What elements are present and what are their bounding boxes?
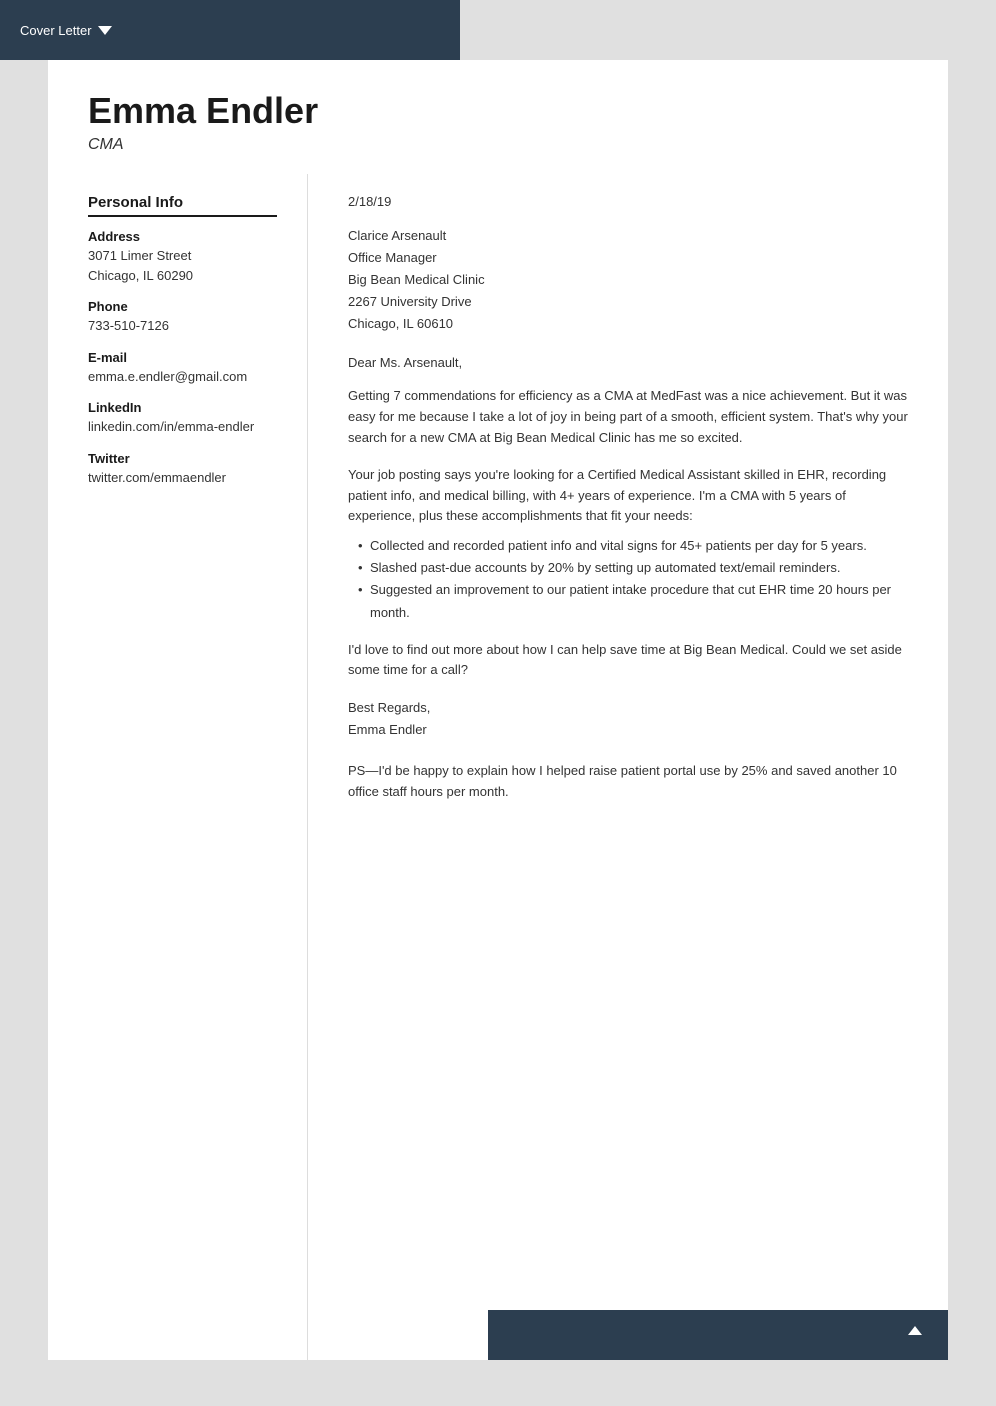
recipient-name: Clarice Arsenault (348, 225, 908, 247)
letter-ps: PS—I'd be happy to explain how I helped … (348, 761, 908, 803)
top-bar-label: Cover Letter (20, 23, 92, 38)
closing-block: Best Regards, Emma Endler (348, 697, 908, 741)
letter-paragraph2: Your job posting says you're looking for… (348, 467, 886, 524)
left-column: Personal Info Address 3071 Limer Street … (48, 174, 308, 1360)
address-label: Address (88, 229, 277, 244)
recipient-company: Big Bean Medical Clinic (348, 269, 908, 291)
phone-block: Phone 733-510-7126 (88, 299, 277, 336)
header-section: Emma Endler CMA (48, 60, 948, 174)
letter-paragraph1: Getting 7 commendations for efficiency a… (348, 386, 908, 448)
recipient-title: Office Manager (348, 247, 908, 269)
twitter-label: Twitter (88, 451, 277, 466)
applicant-subtitle: CMA (88, 136, 908, 154)
list-item: Slashed past-due accounts by 20% by sett… (358, 557, 908, 579)
twitter-block: Twitter twitter.com/emmaendler (88, 451, 277, 488)
letter-paragraph3: I'd love to find out more about how I ca… (348, 640, 908, 682)
linkedin-value: linkedin.com/in/emma-endler (88, 417, 277, 437)
content-area: Personal Info Address 3071 Limer Street … (48, 174, 948, 1360)
list-item: Collected and recorded patient info and … (358, 535, 908, 557)
letter-paragraph2-wrapper: Your job posting says you're looking for… (348, 465, 908, 624)
applicant-name: Emma Endler (88, 90, 908, 132)
address-line1: 3071 Limer Street (88, 246, 277, 266)
list-item: Suggested an improvement to our patient … (358, 579, 908, 623)
chevron-down-icon[interactable] (98, 26, 112, 35)
email-label: E-mail (88, 350, 277, 365)
linkedin-block: LinkedIn linkedin.com/in/emma-endler (88, 400, 277, 437)
phone-value: 733-510-7126 (88, 316, 277, 336)
page-wrapper: Cover Letter Emma Endler CMA Personal In… (0, 0, 996, 1406)
letter-signoff: Emma Endler (348, 719, 908, 741)
recipient-block: Clarice Arsenault Office Manager Big Bea… (348, 225, 908, 335)
personal-info-title: Personal Info (88, 194, 277, 217)
bottom-bar (488, 1310, 948, 1360)
address-block: Address 3071 Limer Street Chicago, IL 60… (88, 229, 277, 285)
right-column: 2/18/19 Clarice Arsenault Office Manager… (308, 174, 948, 1360)
linkedin-label: LinkedIn (88, 400, 277, 415)
bullet-list: Collected and recorded patient info and … (358, 535, 908, 623)
document-area: Emma Endler CMA Personal Info Address 30… (48, 60, 948, 1360)
email-value: emma.e.endler@gmail.com (88, 367, 277, 387)
letter-salutation: Dear Ms. Arsenault, (348, 355, 908, 370)
top-bar: Cover Letter (0, 0, 460, 60)
address-line2: Chicago, IL 60290 (88, 266, 277, 286)
chevron-up-icon[interactable] (908, 1326, 922, 1335)
twitter-value: twitter.com/emmaendler (88, 468, 277, 488)
recipient-city: Chicago, IL 60610 (348, 313, 908, 335)
phone-label: Phone (88, 299, 277, 314)
email-block: E-mail emma.e.endler@gmail.com (88, 350, 277, 387)
recipient-address: 2267 University Drive (348, 291, 908, 313)
letter-closing: Best Regards, (348, 697, 908, 719)
letter-date: 2/18/19 (348, 194, 908, 209)
